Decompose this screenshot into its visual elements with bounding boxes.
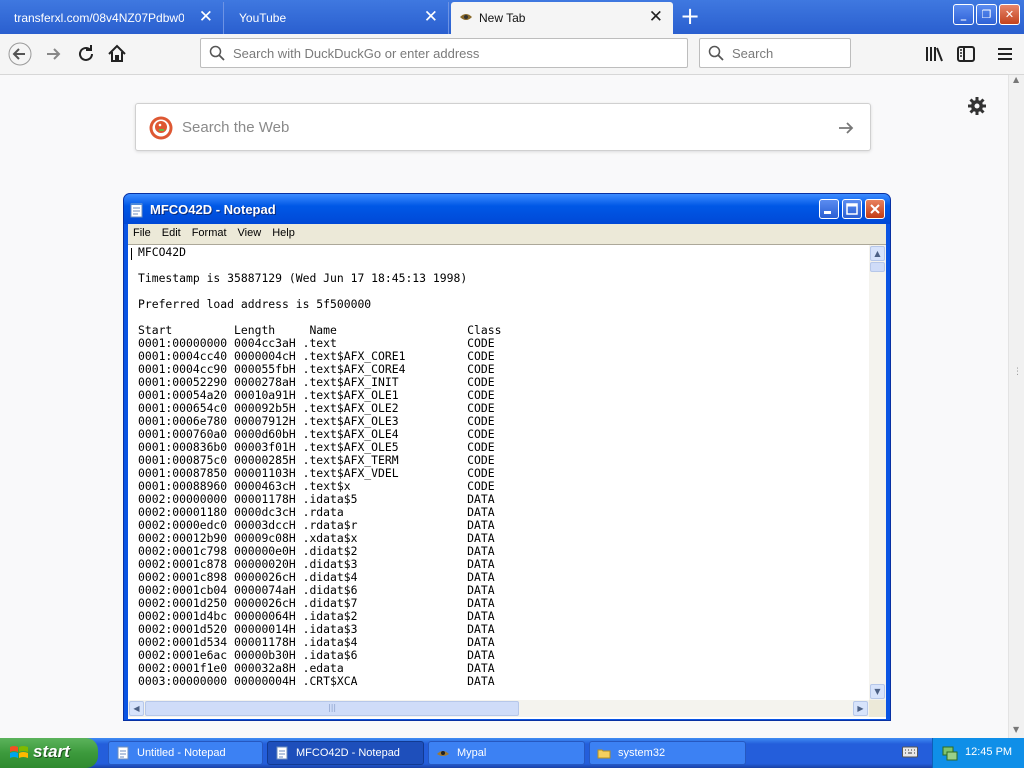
url-bar[interactable]: Search with DuckDuckGo or enter address	[200, 38, 688, 68]
tab-youtube[interactable]: YouTube ✕	[225, 2, 449, 34]
menu-edit[interactable]: Edit	[157, 224, 187, 239]
vertical-scrollbar[interactable]: ▲ ▼	[869, 245, 886, 700]
vertical-scroll-thumb[interactable]	[870, 262, 885, 272]
minimize-icon	[824, 211, 831, 214]
notepad-maximize-button[interactable]	[842, 199, 862, 219]
horizontal-scrollbar[interactable]: ◀ ||| ▶	[128, 700, 869, 717]
sidebar-icon[interactable]	[954, 42, 978, 66]
notepad-window: MFCO42D - Notepad File Edit Format View Help…	[123, 193, 891, 721]
tab-close-icon[interactable]: ✕	[199, 8, 213, 26]
maximize-icon	[846, 203, 858, 215]
notepad-menubar: File Edit Format View Help	[128, 224, 886, 244]
tab-transferxl[interactable]: transferxl.com/08v4NZ07Pdbw0R ✕	[0, 2, 224, 34]
forward-arrow-icon[interactable]	[42, 42, 66, 66]
url-placeholder: Search with DuckDuckGo or enter address	[233, 46, 480, 61]
taskbar-item-mfco42d-notepad[interactable]: MFCO42D - Notepad	[267, 741, 424, 765]
notepad-content[interactable]: MFCO42D Timestamp is 35887129 (Wed Jun 1…	[138, 246, 501, 688]
scroll-down-icon[interactable]: ▼	[1013, 725, 1019, 734]
taskbar-item-mypal[interactable]: Mypal	[428, 741, 585, 765]
text-caret	[131, 248, 132, 260]
web-search-box[interactable]: Search the Web	[135, 103, 871, 151]
notepad-title-bar[interactable]: MFCO42D - Notepad	[124, 194, 890, 224]
notepad-text-area[interactable]: MFCO42D Timestamp is 35887129 (Wed Jun 1…	[128, 244, 886, 719]
home-icon[interactable]	[105, 42, 129, 66]
folder-icon	[597, 749, 611, 759]
search-icon	[209, 45, 225, 61]
back-arrow-icon[interactable]	[8, 42, 32, 66]
taskbar-item-untitled-notepad[interactable]: Untitled - Notepad	[108, 741, 263, 765]
close-icon	[870, 204, 880, 214]
tab-new-tab[interactable]: New Tab ✕	[451, 2, 673, 34]
notepad-minimize-button[interactable]	[819, 199, 839, 219]
tab-label: YouTube	[239, 11, 287, 25]
maximize-button[interactable]: ❐	[976, 4, 997, 25]
start-button[interactable]: start	[0, 738, 98, 768]
resize-grip[interactable]	[869, 700, 886, 717]
scroll-down-icon[interactable]: ▼	[870, 684, 885, 699]
web-search-placeholder: Search the Web	[182, 119, 290, 136]
taskbar-item-system32[interactable]: system32	[589, 741, 746, 765]
duckduckgo-logo-icon	[149, 116, 173, 140]
network-icon[interactable]	[941, 744, 959, 762]
close-window-button[interactable]: ✕	[999, 4, 1020, 25]
notepad-client-area: File Edit Format View Help MFCO42D Timestamp…	[128, 224, 886, 719]
scroll-grip-icon: ⋮	[1013, 367, 1022, 377]
hamburger-menu-icon[interactable]	[993, 42, 1017, 66]
scroll-right-icon[interactable]: ▶	[853, 701, 868, 716]
start-label: start	[33, 742, 70, 761]
scroll-left-icon[interactable]: ◀	[129, 701, 144, 716]
taskbar-item-label: system32	[618, 747, 666, 759]
minimize-button[interactable]: _	[953, 4, 974, 25]
taskbar-item-label: Mypal	[457, 747, 487, 759]
page-scrollbar[interactable]: ▲ ⋮ ▼	[1008, 75, 1024, 738]
windows-flag-icon	[10, 746, 28, 758]
notepad-title: MFCO42D - Notepad	[150, 202, 276, 217]
tab-close-icon[interactable]: ✕	[424, 8, 438, 26]
clock[interactable]: 12:45 PM	[965, 746, 1012, 758]
notepad-close-button[interactable]	[865, 199, 885, 219]
scroll-up-icon[interactable]: ▲	[1013, 75, 1019, 84]
arrow-right-icon[interactable]	[836, 118, 856, 138]
notepad-icon	[276, 746, 288, 760]
browser-tab-strip: transferxl.com/08v4NZ07Pdbw0R ✕ YouTube …	[0, 0, 1024, 34]
navigation-toolbar: Search with DuckDuckGo or enter address …	[0, 34, 1024, 75]
favicon-icon	[460, 14, 472, 20]
taskbar-item-label: MFCO42D - Notepad	[296, 747, 400, 759]
search-icon	[708, 45, 724, 61]
gear-icon[interactable]	[966, 95, 988, 117]
keyboard-icon[interactable]	[902, 746, 918, 758]
tab-label: transferxl.com/08v4NZ07Pdbw0R	[14, 11, 184, 25]
window-controls: _ ❐ ✕	[951, 4, 1020, 28]
search-placeholder: Search	[732, 46, 774, 61]
tab-close-icon[interactable]: ✕	[649, 8, 663, 26]
menu-file[interactable]: File	[128, 224, 157, 239]
menu-view[interactable]: View	[233, 224, 268, 239]
taskbar: start Untitled - Notepad MFCO42D - Notep…	[0, 738, 1024, 768]
menu-format[interactable]: Format	[187, 224, 233, 239]
mypal-icon	[437, 751, 449, 756]
new-tab-button[interactable]: +	[676, 4, 704, 30]
reload-icon[interactable]	[74, 42, 98, 66]
scroll-up-icon[interactable]: ▲	[870, 246, 885, 261]
horizontal-scroll-thumb[interactable]: |||	[145, 701, 519, 716]
taskbar-item-label: Untitled - Notepad	[137, 747, 226, 759]
library-icon[interactable]	[922, 42, 946, 66]
search-box[interactable]: Search	[699, 38, 851, 68]
tab-label: New Tab	[479, 11, 526, 25]
menu-help[interactable]: Help	[267, 224, 301, 239]
notepad-icon	[130, 203, 143, 218]
system-tray: 12:45 PM	[932, 738, 1024, 768]
notepad-icon	[117, 746, 129, 760]
scroll-grip-icon: |||	[328, 703, 337, 712]
